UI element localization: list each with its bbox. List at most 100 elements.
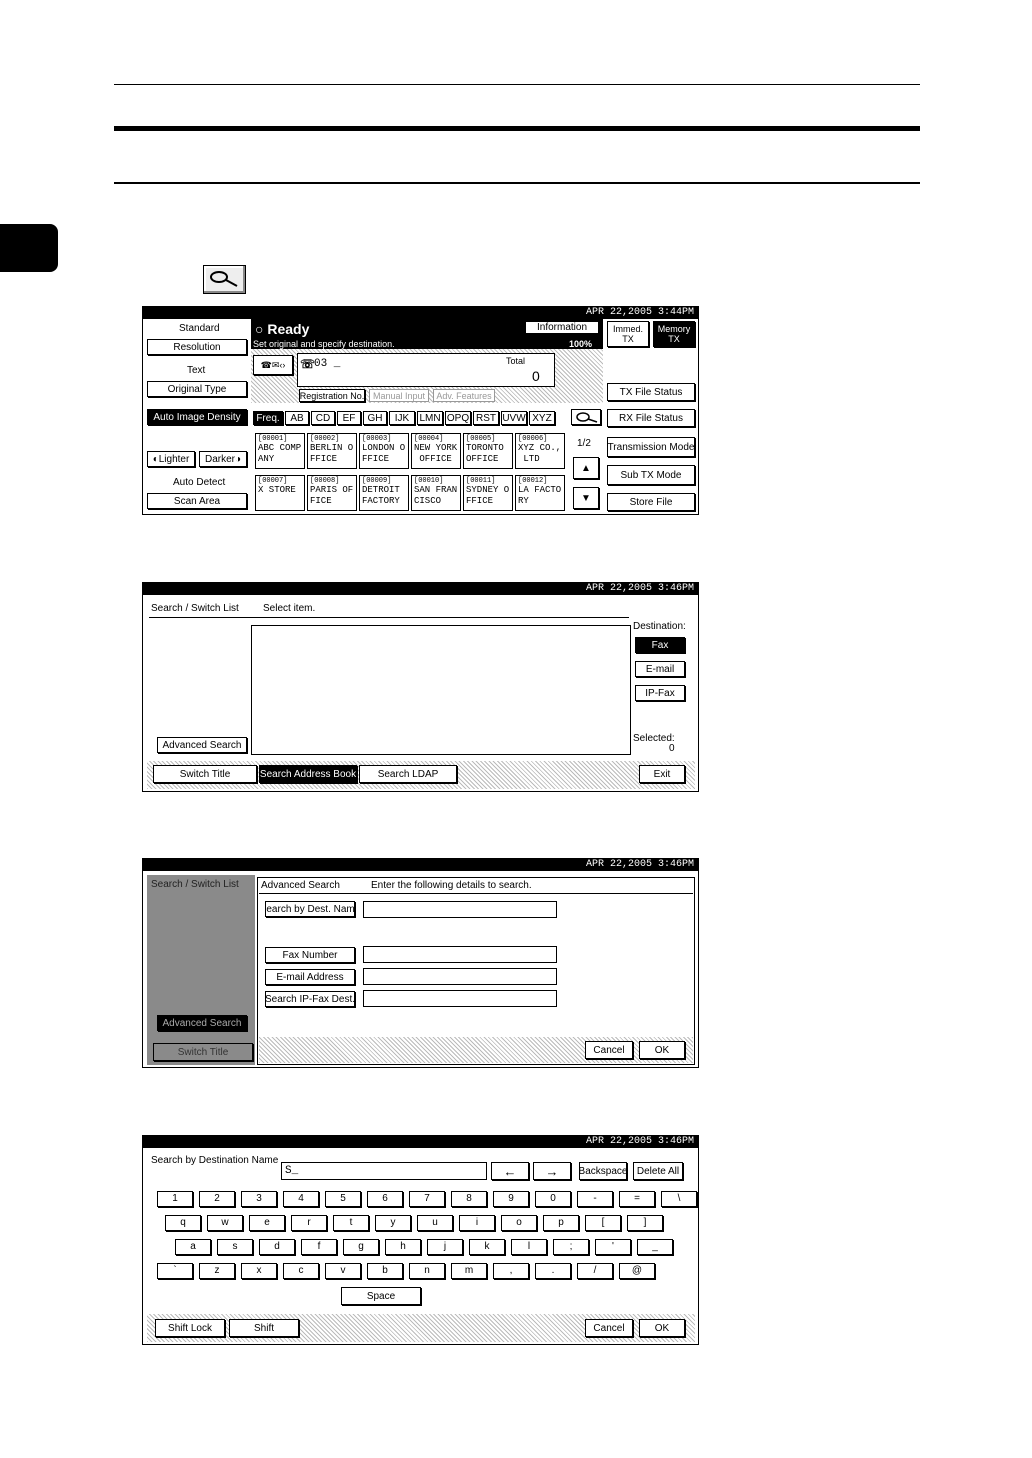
key[interactable]: y	[375, 1215, 411, 1231]
key[interactable]: ,	[493, 1263, 529, 1279]
title-tab-gh[interactable]: GH	[363, 411, 387, 425]
cursor-left-button[interactable]: ←	[491, 1162, 529, 1180]
ok-button[interactable]: OK	[639, 1041, 685, 1059]
key[interactable]: h	[385, 1239, 421, 1255]
search-button[interactable]	[571, 409, 601, 425]
key[interactable]: n	[409, 1263, 445, 1279]
key[interactable]: 7	[409, 1191, 445, 1207]
ipfax-button[interactable]: IP-Fax	[635, 685, 685, 701]
backspace-button[interactable]: Backspace	[579, 1162, 627, 1180]
title-tab-xyz[interactable]: XYZ	[529, 411, 555, 425]
key[interactable]: x	[241, 1263, 277, 1279]
tab-manual-input[interactable]: Manual Input	[369, 389, 429, 402]
switch-title-button[interactable]: Switch Title	[153, 765, 257, 783]
key[interactable]: j	[427, 1239, 463, 1255]
key[interactable]: .	[535, 1263, 571, 1279]
key[interactable]: \	[661, 1191, 697, 1207]
key[interactable]: k	[469, 1239, 505, 1255]
key[interactable]: 3	[241, 1191, 277, 1207]
key[interactable]: e	[249, 1215, 285, 1231]
destination-key[interactable]: [00009] DETROIT FACTORY	[359, 475, 409, 511]
switch-title-button[interactable]: Switch Title	[153, 1043, 253, 1061]
fax-number-field[interactable]	[363, 946, 557, 963]
destination-key[interactable]: [00007] X STORE	[255, 475, 305, 511]
title-tab-freq[interactable]: Freq.	[253, 411, 283, 425]
destination-key[interactable]: [00003] LONDON O FFICE	[359, 433, 409, 469]
key[interactable]: t	[333, 1215, 369, 1231]
key[interactable]: r	[291, 1215, 327, 1231]
search-by-dest-name-button[interactable]: Search by Dest. Name	[265, 901, 355, 917]
darker-button[interactable]: Darker ◑	[199, 451, 247, 467]
destination-name-input[interactable]: S_	[281, 1162, 487, 1180]
store-file-button[interactable]: Store File	[607, 493, 695, 511]
key[interactable]: [	[585, 1215, 621, 1231]
search-ipfax-dest-button[interactable]: Search IP-Fax Dest.	[265, 991, 355, 1007]
destination-key[interactable]: [00001] ABC COMP ANY	[255, 433, 305, 469]
cancel-button[interactable]: Cancel	[585, 1319, 633, 1337]
key[interactable]: 0	[535, 1191, 571, 1207]
space-key[interactable]: Space	[341, 1287, 421, 1305]
key[interactable]: -	[577, 1191, 613, 1207]
key[interactable]: 2	[199, 1191, 235, 1207]
fax-email-toggle-button[interactable]: ☎✉‹›	[253, 355, 293, 375]
title-tab-cd[interactable]: CD	[311, 411, 335, 425]
tx-file-status-button[interactable]: TX File Status	[607, 383, 695, 401]
destination-key[interactable]: [00002] BERLIN O FFICE	[307, 433, 357, 469]
dest-name-field[interactable]	[363, 901, 557, 918]
destination-key[interactable]: [00012] LA FACTO RY	[515, 475, 565, 511]
search-ldap-button[interactable]: Search LDAP	[359, 765, 457, 783]
title-tab-lmn[interactable]: LMN	[417, 411, 443, 425]
key[interactable]: b	[367, 1263, 403, 1279]
title-tab-ijk[interactable]: IJK	[389, 411, 415, 425]
destination-key[interactable]: [00010] SAN FRAN CISCO	[411, 475, 461, 511]
key[interactable]: 8	[451, 1191, 487, 1207]
ipfax-dest-field[interactable]	[363, 990, 557, 1007]
information-button[interactable]: Information	[525, 321, 599, 334]
email-button[interactable]: E-mail	[635, 661, 685, 677]
key[interactable]: p	[543, 1215, 579, 1231]
exit-button[interactable]: Exit	[639, 765, 685, 783]
key[interactable]: a	[175, 1239, 211, 1255]
key[interactable]: c	[283, 1263, 319, 1279]
sub-tx-mode-button[interactable]: Sub TX Mode	[607, 465, 695, 485]
key[interactable]: o	[501, 1215, 537, 1231]
key[interactable]: i	[459, 1215, 495, 1231]
shift-button[interactable]: Shift	[229, 1319, 299, 1337]
key[interactable]: q	[165, 1215, 201, 1231]
destination-key[interactable]: [00005] TORONTO OFFICE	[463, 433, 513, 469]
key[interactable]: v	[325, 1263, 361, 1279]
key[interactable]: z	[199, 1263, 235, 1279]
ok-button[interactable]: OK	[639, 1319, 685, 1337]
lighter-button[interactable]: ◐ Lighter	[147, 451, 195, 467]
destination-key[interactable]: [00011] SYDNEY O FFICE	[463, 475, 513, 511]
immed-tx-button[interactable]: Immed. TX	[607, 321, 649, 347]
cursor-right-button[interactable]: →	[533, 1162, 571, 1180]
key[interactable]: 5	[325, 1191, 361, 1207]
delete-all-button[interactable]: Delete All	[633, 1162, 683, 1180]
email-address-button[interactable]: E-mail Address	[265, 969, 355, 985]
scan-area-button[interactable]: Scan Area	[147, 493, 247, 509]
key[interactable]: m	[451, 1263, 487, 1279]
fax-number-button[interactable]: Fax Number	[265, 947, 355, 963]
key[interactable]: w	[207, 1215, 243, 1231]
shift-lock-button[interactable]: Shift Lock	[155, 1319, 225, 1337]
key[interactable]: l	[511, 1239, 547, 1255]
key[interactable]: 9	[493, 1191, 529, 1207]
scroll-down-button[interactable]: ▼	[573, 487, 599, 509]
title-tab-ab[interactable]: AB	[285, 411, 309, 425]
scroll-up-button[interactable]: ▲	[573, 457, 599, 479]
memory-tx-button[interactable]: Memory TX	[653, 321, 695, 347]
key[interactable]: d	[259, 1239, 295, 1255]
title-tab-ef[interactable]: EF	[337, 411, 361, 425]
key[interactable]: s	[217, 1239, 253, 1255]
key[interactable]: 6	[367, 1191, 403, 1207]
advanced-search-button[interactable]: Advanced Search	[157, 1015, 247, 1031]
key[interactable]: ]	[627, 1215, 663, 1231]
key[interactable]: /	[577, 1263, 613, 1279]
title-tab-opq[interactable]: OPQ	[445, 411, 471, 425]
auto-image-density-button[interactable]: Auto Image Density	[147, 409, 247, 425]
key[interactable]: u	[417, 1215, 453, 1231]
key[interactable]: @	[619, 1263, 655, 1279]
email-address-field[interactable]	[363, 968, 557, 985]
cancel-button[interactable]: Cancel	[585, 1041, 633, 1059]
